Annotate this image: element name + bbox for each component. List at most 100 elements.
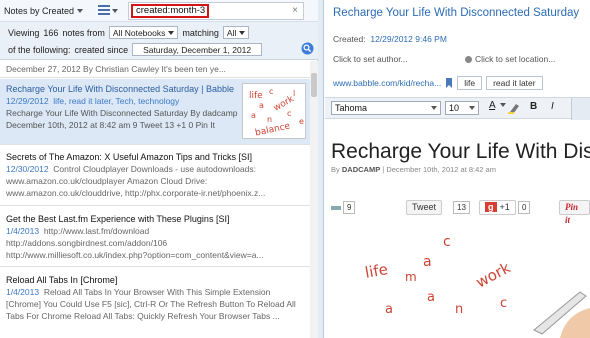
created-row: Created: 12/29/2012 9:46 PM [333, 34, 447, 44]
note-snippet: Reload All Tabs In Your Browser With Thi… [43, 287, 271, 297]
article-byline: By DADCAMP | December 10th, 2012 at 8:42… [331, 165, 496, 174]
tag-icon [446, 78, 453, 88]
pane-divider[interactable] [318, 0, 324, 338]
chevron-down-icon [239, 30, 246, 35]
like-count: 9 [343, 201, 356, 214]
note-title: Secrets of The Amazon: X Useful Amazon T… [6, 152, 252, 162]
image-word: c [500, 296, 508, 311]
created-label: Created: [333, 34, 366, 44]
tweet-button[interactable]: Tweet [406, 200, 443, 215]
article-date: | December 10th, 2012 at 8:42 am [382, 165, 496, 174]
note-meta: 12/29/2012 life, read it later, Tech, te… [6, 95, 238, 107]
list-item-selected[interactable]: Recharge Your Life With Disconnected Sat… [0, 79, 310, 145]
location-placeholder: Click to set location... [475, 54, 556, 64]
like-icon [331, 206, 341, 210]
google-plus-button[interactable]: g +1 [479, 200, 516, 215]
list-item[interactable]: Secrets of The Amazon: X Useful Amazon T… [0, 146, 310, 206]
match-mode-value: All [226, 27, 237, 38]
note-date: 1/4/2013 [6, 287, 40, 297]
article-heading: Recharge Your Life With Dis [331, 140, 590, 163]
notebook-value: All Notebooks [112, 27, 166, 38]
search-query[interactable]: created:month-3 [131, 4, 209, 18]
note-title: Recharge Your Life With Disconnected Sat… [6, 84, 234, 94]
font-size-select[interactable]: 10 [445, 101, 479, 115]
notes-from-label: notes from [62, 27, 105, 38]
thumb-word: e [299, 117, 304, 126]
note-tags: life, read it later, Tech, technology [53, 96, 180, 106]
notebook-dropdown[interactable]: All Notebooks [108, 26, 179, 39]
matching-label: matching [182, 27, 219, 38]
source-url-row: www.babble.com/kid/recha... life read it… [333, 76, 543, 90]
hand-pen-graphic [533, 291, 590, 338]
bold-button[interactable]: B [530, 101, 537, 112]
note-snippet: www.amazon.co.uk/clouddrive, http://phx.… [6, 188, 266, 198]
image-word: m [405, 270, 417, 284]
tag-chip[interactable]: read it later [486, 76, 543, 90]
italic-button[interactable]: I [551, 101, 554, 112]
image-word: a [423, 254, 432, 270]
google-plus-icon: g [485, 202, 497, 212]
note-content[interactable]: Recharge Your Life With Dis By DADCAMP |… [325, 120, 590, 338]
viewing-label: Viewing [8, 27, 40, 38]
note-snippet: www.amazon.co.uk/cloudplayer Amazon Clou… [6, 176, 208, 186]
chevron-down-icon [77, 9, 84, 13]
note-snippet: December 10th, 2012 at 8:42 am 9 Tweet 1… [6, 120, 215, 130]
thumb-word: c [269, 87, 274, 96]
clear-search-icon[interactable]: × [292, 5, 298, 16]
sort-label: Notes by Created [4, 6, 75, 16]
note-snippet: http://www.milliesoft.co.uk/index.php?op… [6, 250, 264, 260]
created-value[interactable]: 12/29/2012 9:46 PM [370, 34, 447, 44]
share-bar: 9 Tweet 13 g +1 0 Pin it [331, 200, 590, 225]
format-overflow[interactable] [571, 98, 590, 120]
chevron-down-icon [431, 106, 437, 110]
image-word: c [443, 234, 451, 250]
location-pin-icon [465, 56, 472, 64]
location-field[interactable]: Click to set location... [465, 54, 555, 64]
chevron-down-icon [168, 30, 175, 35]
sort-dropdown[interactable]: Notes by Created [4, 4, 84, 18]
criterion-label[interactable]: created since [75, 45, 129, 55]
image-word: n [455, 302, 464, 317]
text-color-button[interactable]: A [489, 100, 506, 111]
note-list-pane: Notes by Created created:month-3 × Viewi… [0, 0, 318, 338]
font-family-select[interactable]: Tahoma [331, 101, 441, 115]
pin-it-button[interactable]: Pin it [559, 200, 590, 225]
match-mode-dropdown[interactable]: All [222, 26, 250, 39]
font-family-value: Tahoma [335, 103, 368, 113]
scrollbar-thumb[interactable] [311, 73, 317, 97]
filter-row-1: Viewing 166 notes from All Notebooks mat… [8, 26, 250, 39]
note-title-field[interactable]: Recharge Your Life With Disconnected Sat… [333, 7, 585, 19]
by-label: By [331, 165, 340, 174]
note-snippet: Control Cloudplayer Downloads - use auto… [53, 164, 256, 174]
chevron-down-icon [499, 103, 506, 108]
note-editor-pane: Recharge Your Life With Disconnected Sat… [325, 0, 590, 338]
note-snippet: December 27, 2012 By Christian Cawley It… [6, 64, 226, 74]
note-title: Get the Best Last.fm Experience with The… [6, 214, 230, 224]
list-item[interactable]: Reload All Tabs In [Chrome] 1/4/2013 Rel… [0, 268, 310, 338]
list-item[interactable]: December 27, 2012 By Christian Cawley It… [0, 61, 310, 78]
note-snippet: Tabs For Chrome Reload All Tabs: Quickly… [6, 311, 280, 321]
chevron-down-icon [112, 8, 118, 13]
thumb-word: l [293, 89, 296, 98]
image-word: a [385, 302, 393, 317]
saved-search-icon[interactable] [301, 42, 314, 55]
gplus-count: 0 [518, 201, 531, 214]
tag-chip[interactable]: life [457, 76, 483, 90]
note-snippet: [Chrome] You Could Use F5 [sic], Ctrl-R … [6, 299, 296, 309]
highlighter-icon[interactable] [508, 102, 522, 114]
search-box[interactable]: created:month-3 × [128, 2, 304, 20]
search-filters: Viewing 166 notes from All Notebooks mat… [0, 22, 318, 60]
note-thumbnail: life c a work l a n c e balance [242, 83, 306, 139]
note-date: 12/29/2012 [6, 96, 49, 106]
format-toolbar: Tahoma 10 A B I [325, 97, 590, 120]
view-mode-button[interactable] [98, 3, 122, 18]
date-field[interactable]: Saturday, December 1, 2012 [132, 43, 263, 56]
note-date: 1/4/2013 [6, 226, 40, 236]
font-size-value: 10 [449, 103, 460, 113]
author-field[interactable]: Click to set author... [333, 54, 408, 64]
list-scrollbar[interactable] [310, 61, 318, 338]
list-view-icon [98, 5, 110, 16]
image-word: life [363, 260, 390, 282]
list-item[interactable]: Get the Best Last.fm Experience with The… [0, 207, 310, 267]
source-url[interactable]: www.babble.com/kid/recha... [333, 78, 441, 88]
